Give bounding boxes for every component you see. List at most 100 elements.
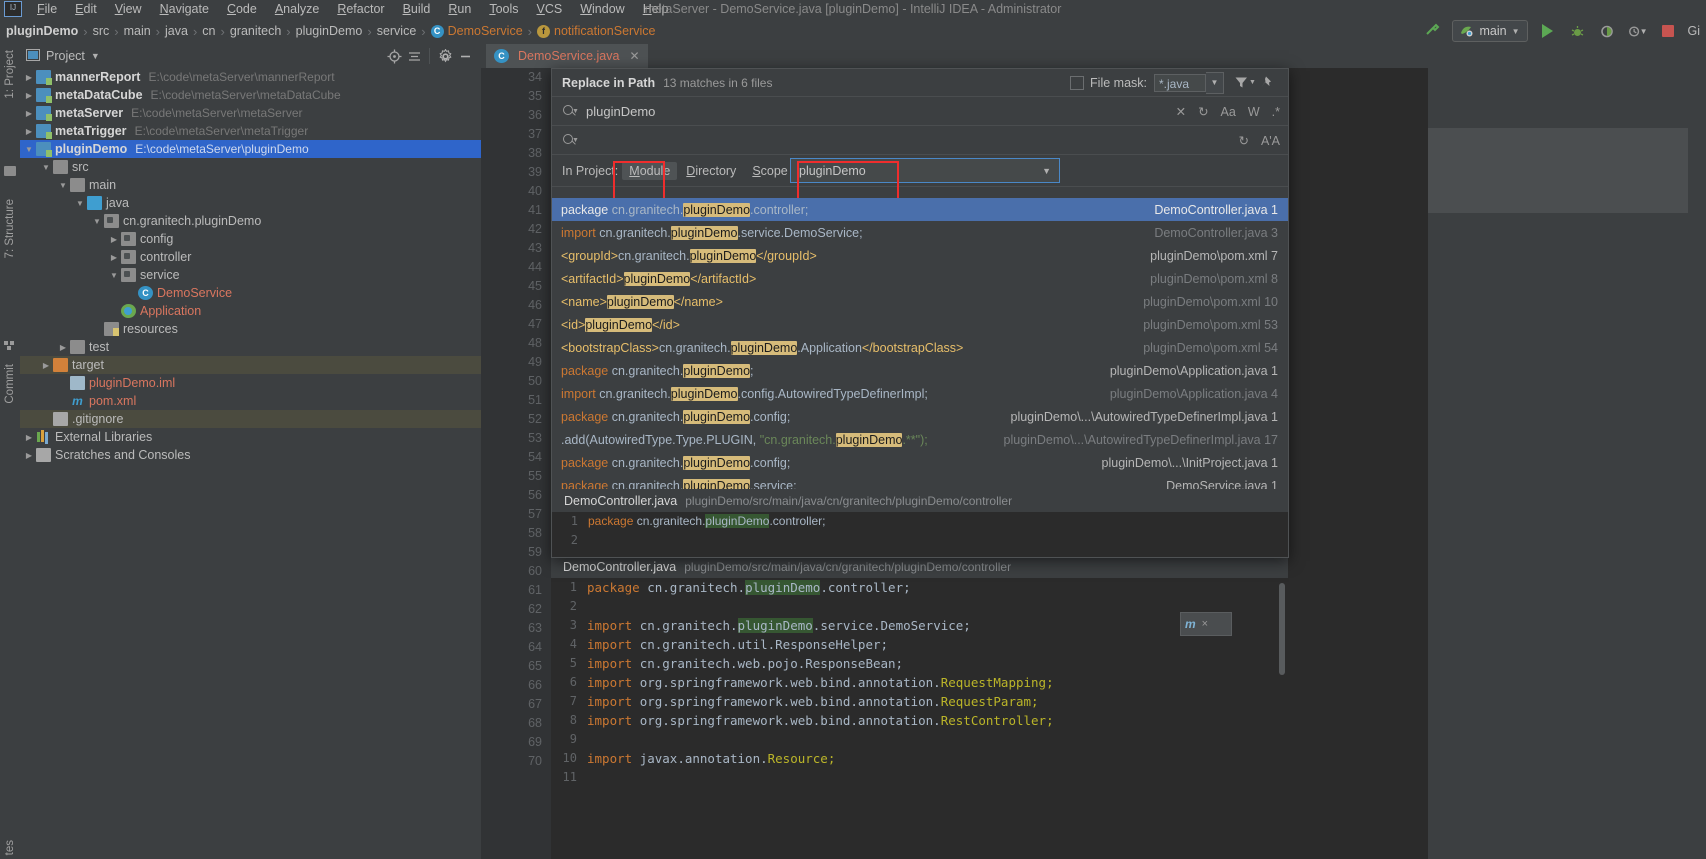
chevron-down-icon[interactable]: ▼ (91, 51, 100, 61)
badge-close-icon[interactable]: × (1202, 618, 1208, 630)
chevron-down-icon[interactable]: ▼ (22, 145, 36, 154)
search-results-list[interactable]: package cn.granitech.pluginDemo.controll… (552, 198, 1288, 489)
gear-icon[interactable] (435, 46, 455, 66)
tree-item-config[interactable]: ▶ config (20, 230, 481, 248)
preserve-case-button[interactable]: A'A (1261, 134, 1280, 148)
search-result-row[interactable]: package cn.granitech.pluginDemo.controll… (552, 198, 1288, 221)
breadcrumb-item-java[interactable]: java (165, 24, 188, 38)
tree-item-plugindemo-iml[interactable]: pluginDemo.iml (20, 374, 481, 392)
breadcrumb-item-plugindemo[interactable]: pluginDemo (296, 24, 363, 38)
profiler-button[interactable]: ▼ (1628, 21, 1648, 41)
replace-history-icon[interactable]: ↻ (1238, 133, 1248, 148)
tree-item-plugindemo[interactable]: ▼ pluginDemo E:\code\metaServer\pluginDemo (20, 140, 481, 158)
replace-field-row[interactable]: ▼ ↻ A'A (552, 126, 1288, 155)
breadcrumb-item-granitech[interactable]: granitech (230, 24, 281, 38)
tree-item-service[interactable]: ▼ service (20, 266, 481, 284)
chevron-down-icon[interactable]: ▼ (1042, 166, 1051, 176)
menu-item-vcs[interactable]: VCS (528, 1, 572, 17)
rail-item-commit[interactable]: Commit (4, 364, 16, 404)
chevron-down-icon[interactable]: ▼ (107, 271, 121, 280)
search-result-row[interactable]: package cn.granitech.pluginDemo.service;… (552, 474, 1288, 489)
search-input[interactable]: pluginDemo (586, 104, 655, 119)
chevron-right-icon[interactable]: ▶ (22, 451, 36, 460)
search-result-row[interactable]: <groupId>cn.granitech.pluginDemo</groupI… (552, 244, 1288, 267)
breadcrumb-item-notificationservice[interactable]: f notificationService (537, 24, 655, 38)
search-result-row[interactable]: package cn.granitech.pluginDemo; pluginDe… (552, 359, 1288, 382)
chevron-right-icon[interactable]: ▶ (22, 91, 36, 100)
module-combobox[interactable]: pluginDemo ▼ (790, 158, 1060, 183)
chevron-down-icon[interactable]: ▼ (56, 181, 70, 190)
breadcrumb-item-service[interactable]: service (377, 24, 417, 38)
chevron-right-icon[interactable]: ▶ (107, 235, 121, 244)
menu-item-tools[interactable]: Tools (480, 1, 527, 17)
search-result-row[interactable]: <artifactId>pluginDemo</artifactId> plugi… (552, 267, 1288, 290)
hide-panel-icon[interactable] (455, 46, 475, 66)
modules-icon[interactable] (4, 339, 16, 354)
close-icon[interactable]: ✕ (629, 49, 639, 63)
editor-tab-demoservice[interactable]: C DemoService.java ✕ (486, 44, 648, 68)
scope-option-scope[interactable]: Scope (745, 162, 794, 180)
pin-icon[interactable] (1256, 72, 1278, 94)
chevron-down-icon[interactable]: ▼ (73, 199, 87, 208)
run-button[interactable] (1538, 21, 1558, 41)
favorites-icon[interactable] (4, 166, 16, 176)
breadcrumb-item-demoservice[interactable]: C DemoService (430, 24, 523, 38)
code-preview-scrollbar[interactable] (1279, 583, 1285, 675)
scope-option-module[interactable]: Module (622, 161, 678, 180)
tree-item-scratches-and-consoles[interactable]: ▶ Scratches and Consoles (20, 446, 481, 464)
menu-item-build[interactable]: Build (394, 1, 440, 17)
file-mask-dropdown-icon[interactable]: ▼ (1206, 71, 1224, 94)
chevron-right-icon[interactable]: ▶ (56, 343, 70, 352)
chevron-right-icon[interactable]: ▶ (22, 109, 36, 118)
clear-search-icon[interactable]: ✕ (1176, 104, 1186, 119)
build-hammer-icon[interactable] (1422, 21, 1442, 41)
breadcrumb-item-cn[interactable]: cn (202, 24, 215, 38)
run-configuration-selector[interactable]: main ▼ (1452, 20, 1528, 42)
tree-item-src[interactable]: ▼ src (20, 158, 481, 176)
whole-words-button[interactable]: W (1248, 105, 1260, 119)
stop-button[interactable] (1658, 21, 1678, 41)
search-result-row[interactable]: package cn.granitech.pluginDemo.config; p… (552, 451, 1288, 474)
tree-item-demoservice[interactable]: C DemoService (20, 284, 481, 302)
tree-item-external-libraries[interactable]: ▶ External Libraries (20, 428, 481, 446)
menu-item-analyze[interactable]: Analyze (266, 1, 328, 17)
menu-item-file[interactable]: File (28, 1, 66, 17)
tree-item-main[interactable]: ▼ main (20, 176, 481, 194)
breadcrumb-item-src[interactable]: src (93, 24, 110, 38)
rail-item-project[interactable]: 1: Project (4, 50, 16, 99)
search-result-row[interactable]: <bootstrapClass>cn.granitech.pluginDemo.… (552, 336, 1288, 359)
chevron-right-icon[interactable]: ▶ (22, 73, 36, 82)
tree-item-java[interactable]: ▼ java (20, 194, 481, 212)
menu-item-navigate[interactable]: Navigate (151, 1, 218, 17)
file-mask-checkbox[interactable] (1070, 75, 1085, 90)
search-result-row[interactable]: .add(AutowiredType.Type.PLUGIN, "cn.gran… (552, 428, 1288, 451)
menu-item-code[interactable]: Code (218, 1, 266, 17)
scope-option-directory[interactable]: Directory (679, 162, 743, 180)
search-field-row[interactable]: ▼ pluginDemo ✕ ↻ Aa W .* (552, 97, 1288, 126)
match-case-button[interactable]: Aa (1221, 105, 1236, 119)
menu-item-help[interactable]: Help (634, 1, 678, 17)
rail-item-tests[interactable]: tes (4, 840, 16, 855)
git-label[interactable]: Gi (1688, 24, 1703, 38)
chevron-down-icon[interactable]: ▼ (90, 217, 104, 226)
chevron-right-icon[interactable]: ▶ (107, 253, 121, 262)
search-history-icon[interactable]: ↻ (1198, 104, 1208, 119)
maven-import-badge[interactable]: m × (1180, 612, 1232, 636)
menu-item-edit[interactable]: Edit (66, 1, 106, 17)
scope-options[interactable]: Module Directory Scope (622, 161, 796, 180)
file-mask-input[interactable]: *.java (1154, 73, 1206, 92)
tree-item-pom-xml[interactable]: m pom.xml (20, 392, 481, 410)
search-result-row[interactable]: package cn.granitech.pluginDemo.config; p… (552, 405, 1288, 428)
menu-item-window[interactable]: Window (571, 1, 633, 17)
search-result-row[interactable]: <id>pluginDemo</id> pluginDemo\pom.xml 53 (552, 313, 1288, 336)
tree-item-metatrigger[interactable]: ▶ metaTrigger E:\code\metaServer\metaTrigg… (20, 122, 481, 140)
search-result-row[interactable]: import cn.granitech.pluginDemo.service.D… (552, 221, 1288, 244)
tree-item-application[interactable]: Application (20, 302, 481, 320)
collapse-all-icon[interactable] (404, 46, 424, 66)
menu-item-run[interactable]: Run (439, 1, 480, 17)
tree-item-test[interactable]: ▶ test (20, 338, 481, 356)
chevron-right-icon[interactable]: ▶ (22, 127, 36, 136)
tree-item--gitignore[interactable]: .gitignore (20, 410, 481, 428)
tree-item-metaserver[interactable]: ▶ metaServer E:\code\metaServer\metaServer (20, 104, 481, 122)
rail-item-structure[interactable]: 7: Structure (4, 199, 16, 258)
